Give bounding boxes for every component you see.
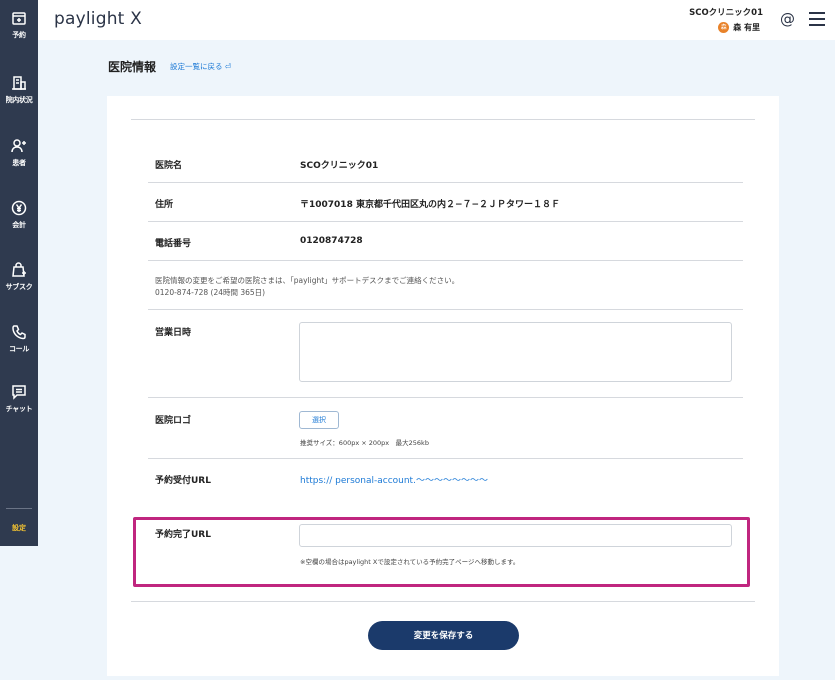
page-title: 医院情報 bbox=[108, 60, 157, 74]
divider bbox=[131, 601, 755, 602]
divider bbox=[148, 458, 743, 459]
sidebar-item-label: 患者 bbox=[12, 159, 26, 167]
yen-icon bbox=[11, 200, 27, 216]
sidebar-item-label: サブスク bbox=[5, 283, 33, 291]
business-hours-label: 営業日時 bbox=[155, 328, 192, 338]
sidebar-item-patients[interactable]: 患者 bbox=[0, 138, 38, 168]
clinic-info-card bbox=[107, 96, 779, 676]
user-menu[interactable]: 森 森 有里 bbox=[718, 22, 760, 33]
calendar-plus-icon bbox=[12, 12, 26, 25]
avatar: 森 bbox=[718, 22, 730, 33]
sidebar-item-label: 院内状況 bbox=[5, 96, 33, 104]
back-to-settings-link[interactable]: 設定一覧に戻る ⏎ bbox=[170, 61, 231, 72]
logo-size-note: 推奨サイズ：600px × 200px 最大256kb bbox=[300, 439, 429, 447]
address-value: 〒1007018 東京都千代田区丸の内２−７−２ＪＰタワー１８Ｆ bbox=[300, 200, 561, 210]
business-hours-textarea[interactable] bbox=[299, 322, 732, 382]
chat-icon bbox=[12, 385, 26, 400]
divider bbox=[148, 182, 743, 183]
sidebar-item-call[interactable]: コール bbox=[0, 324, 38, 354]
divider bbox=[148, 397, 743, 398]
booking-url-label: 予約受付URL bbox=[155, 476, 211, 486]
app-logo[interactable]: paylight X bbox=[54, 9, 142, 29]
mention-icon[interactable]: @ bbox=[780, 10, 795, 28]
hamburger-menu-icon[interactable] bbox=[809, 12, 825, 30]
phone-icon bbox=[12, 325, 26, 340]
phone-value: 0120874728 bbox=[300, 236, 363, 246]
divider bbox=[148, 309, 743, 310]
divider bbox=[148, 221, 743, 222]
clinic-name: SCOクリニック01 bbox=[689, 8, 763, 18]
sidebar: 予約 院内状況 患者 会計 サブスク コール チャット 設定 bbox=[0, 0, 38, 546]
sidebar-item-label: チャット bbox=[5, 405, 33, 413]
sidebar-item-label: 会計 bbox=[12, 221, 26, 229]
building-icon bbox=[12, 76, 26, 90]
clinic-logo-label: 医院ロゴ bbox=[155, 416, 192, 426]
complete-url-input[interactable] bbox=[299, 524, 732, 547]
sidebar-item-settings[interactable]: 設定 bbox=[0, 523, 38, 533]
divider bbox=[148, 260, 743, 261]
booking-url-link[interactable]: https:// personal-account.〜〜〜〜〜〜〜〜 bbox=[300, 473, 488, 486]
address-label: 住所 bbox=[155, 200, 174, 210]
logo-select-button[interactable]: 選択 bbox=[299, 411, 339, 429]
clinic-name-label: 医院名 bbox=[155, 161, 183, 171]
divider bbox=[131, 119, 755, 120]
top-header: paylight X SCOクリニック01 森 森 有里 @ bbox=[38, 0, 835, 40]
sidebar-item-label: 予約 bbox=[12, 31, 26, 39]
save-changes-button[interactable]: 変更を保存する bbox=[368, 621, 519, 650]
user-name: 森 有里 bbox=[733, 23, 760, 32]
sidebar-item-label: コール bbox=[8, 345, 30, 353]
sidebar-divider bbox=[6, 508, 32, 509]
sidebar-item-subscription[interactable]: サブスク bbox=[0, 262, 38, 292]
sidebar-item-reservation[interactable]: 予約 bbox=[0, 10, 38, 40]
sidebar-item-accounting[interactable]: 会計 bbox=[0, 200, 38, 230]
user-plus-icon bbox=[11, 139, 26, 153]
sidebar-item-chat[interactable]: チャット bbox=[0, 384, 38, 414]
change-request-note: 医院情報の変更をご希望の医院さまは、「paylight」サポートデスクまでご連絡… bbox=[155, 276, 460, 297]
phone-label: 電話番号 bbox=[155, 239, 192, 249]
bag-plus-icon bbox=[12, 262, 26, 277]
sidebar-item-clinic-status[interactable]: 院内状況 bbox=[0, 75, 38, 105]
complete-url-note: ※空欄の場合はpaylight Xで設定されている予約完了ページへ移動します。 bbox=[300, 558, 520, 566]
complete-url-label: 予約完了URL bbox=[155, 530, 211, 540]
clinic-name-value: SCOクリニック01 bbox=[300, 161, 379, 171]
